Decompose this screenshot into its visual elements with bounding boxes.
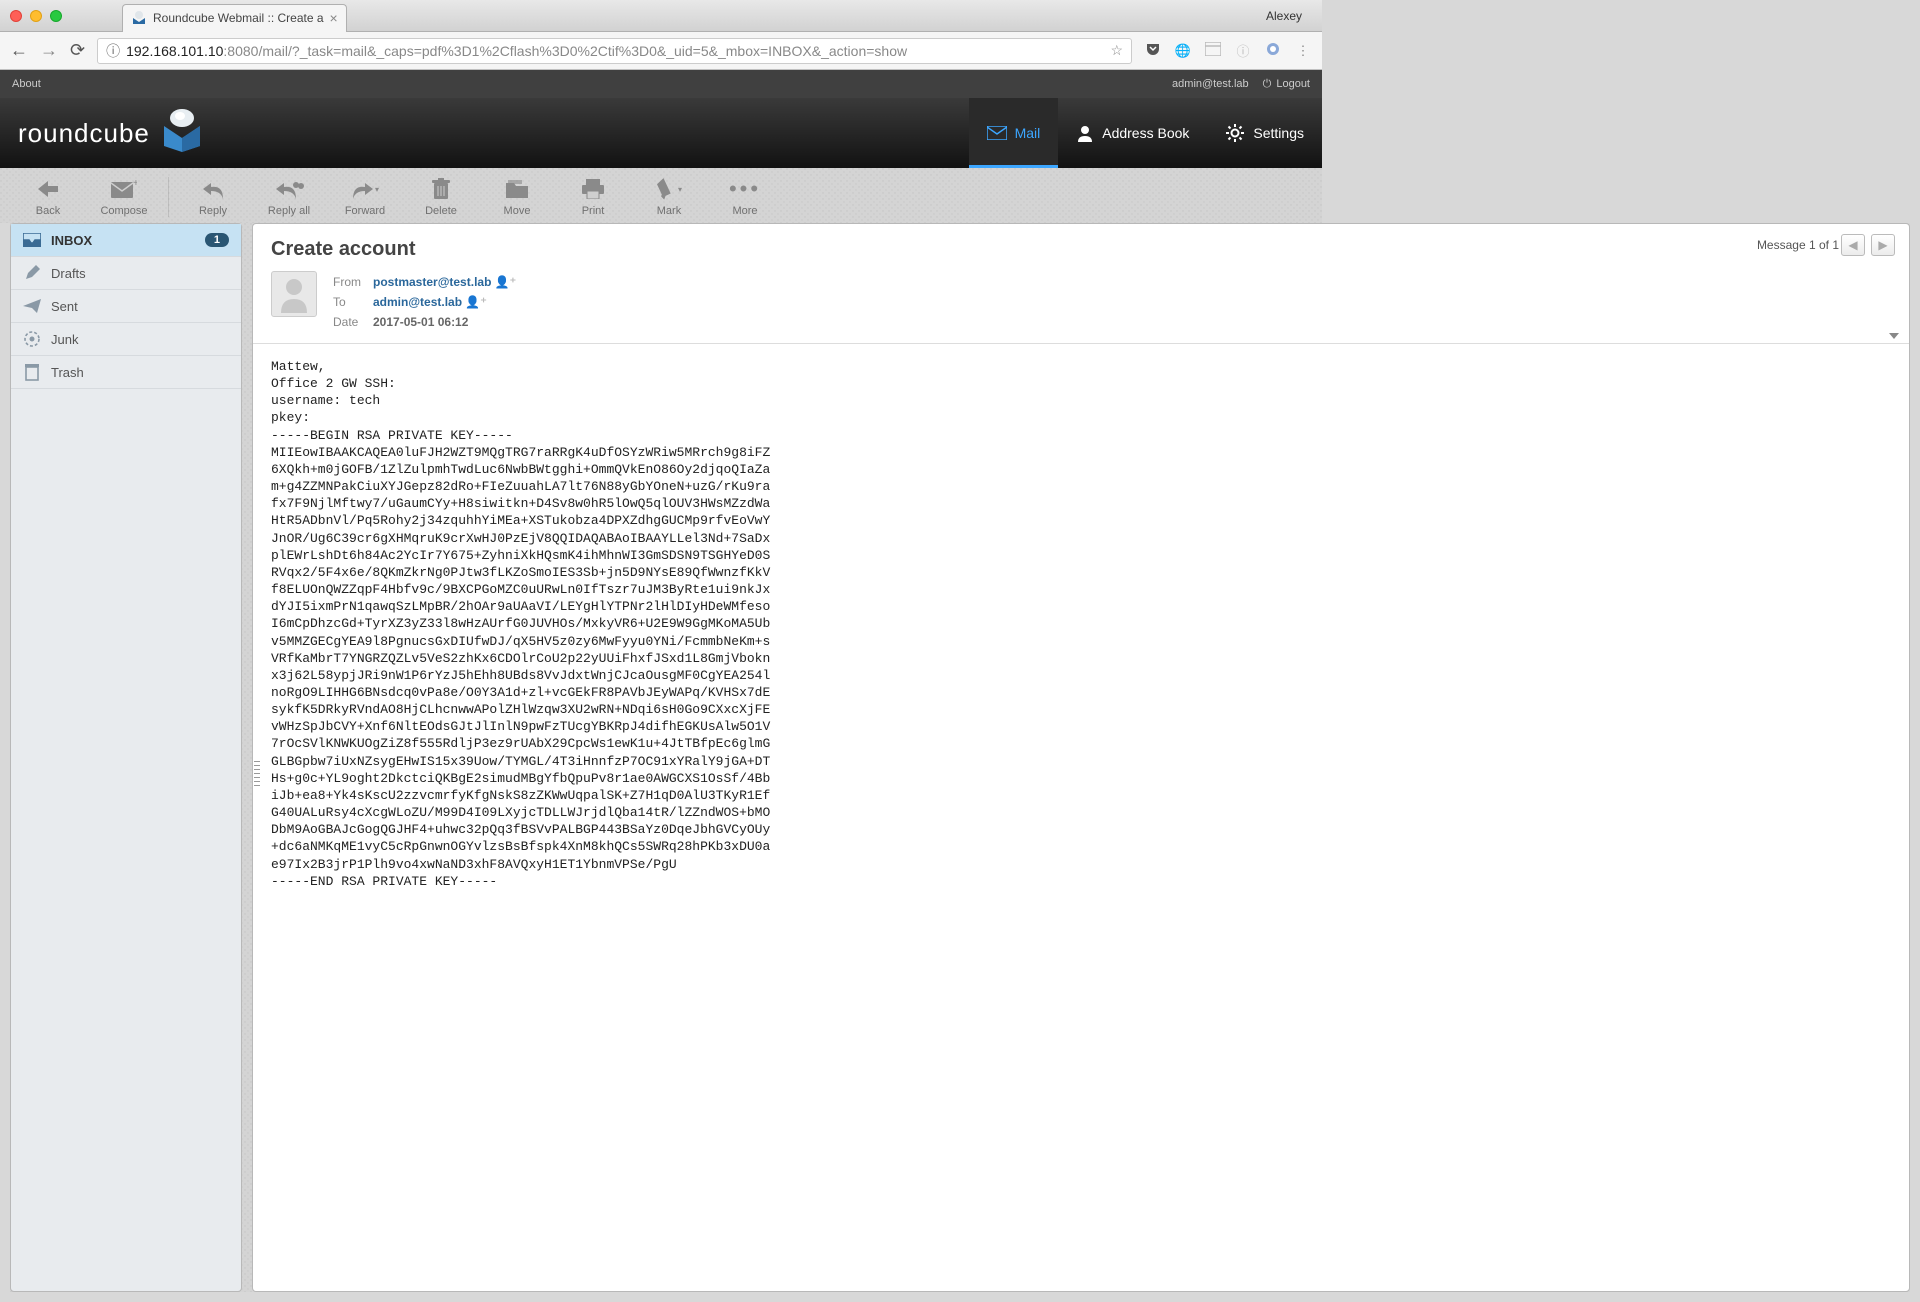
sent-icon — [23, 298, 41, 314]
pane-resize-handle[interactable] — [254, 758, 260, 786]
trash-folder-icon — [23, 364, 41, 380]
message-count-display: Message 1 of 1 — [1757, 238, 1839, 252]
gear-icon — [1225, 123, 1245, 143]
message-subject: Create account — [271, 238, 1891, 261]
logout-link[interactable]: ⏻ Logout — [1263, 78, 1310, 91]
browser-forward-button[interactable]: → — [40, 40, 58, 61]
junk-icon — [23, 331, 41, 347]
bookmark-star-icon[interactable]: ☆ — [1110, 42, 1123, 59]
from-value[interactable]: postmaster@test.lab — [373, 275, 491, 289]
toggle-headers-icon[interactable] — [1889, 333, 1899, 339]
address-bar: ← → ⟳ ⓘ 192.168.101.10:8080/mail/?_task=… — [0, 32, 1322, 70]
chrome-menu-icon[interactable]: ⋮ — [1294, 43, 1312, 59]
folder-list: INBOX 1 Drafts Sent Junk Trash — [10, 223, 242, 1292]
browser-tab-title: Roundcube Webmail :: Create a — [153, 11, 324, 25]
avatar — [271, 271, 317, 317]
site-info-icon[interactable]: ⓘ — [106, 41, 120, 61]
compose-icon: + — [111, 176, 137, 202]
inbox-unread-badge: 1 — [205, 233, 229, 247]
delete-button[interactable]: Delete — [417, 176, 465, 217]
roundcube-favicon-icon — [131, 10, 147, 26]
message-header: Create account Message 1 of 1 ◀ ▶ From p… — [253, 224, 1909, 344]
power-icon: ⏻ — [1263, 78, 1272, 91]
person-icon — [1076, 124, 1094, 142]
compose-button[interactable]: +Compose — [100, 176, 148, 217]
taskbar-addressbook[interactable]: Address Book — [1058, 98, 1207, 168]
inbox-icon — [23, 232, 41, 248]
window-minimize-button[interactable] — [30, 10, 42, 22]
about-link[interactable]: About — [12, 78, 41, 90]
pocket-icon[interactable] — [1144, 41, 1162, 60]
browser-tab[interactable]: Roundcube Webmail :: Create a × — [122, 4, 347, 32]
taskbar-mail[interactable]: Mail — [969, 98, 1059, 168]
about-bar: About admin@test.lab ⏻ Logout — [0, 70, 1322, 98]
mark-button[interactable]: ▾Mark — [645, 176, 693, 217]
svg-text:+: + — [133, 180, 137, 189]
tab-close-icon[interactable]: × — [330, 10, 338, 26]
reply-all-button[interactable]: Reply all — [265, 176, 313, 217]
next-message-button[interactable]: ▶ — [1871, 234, 1895, 256]
folder-sent[interactable]: Sent — [11, 290, 241, 323]
print-button[interactable]: Print — [569, 176, 617, 217]
forward-button[interactable]: ▾Forward — [341, 176, 389, 217]
back-icon — [36, 176, 60, 202]
reply-all-icon — [274, 176, 304, 202]
avatar-placeholder-icon — [277, 275, 311, 313]
add-contact-icon[interactable]: 👤⁺ — [465, 295, 486, 309]
message-body: Mattew, Office 2 GW SSH: username: tech … — [253, 344, 1909, 904]
reply-icon — [201, 176, 225, 202]
folder-junk[interactable]: Junk — [11, 323, 241, 356]
roundcube-logo-icon — [158, 108, 206, 152]
folder-trash[interactable]: Trash — [11, 356, 241, 389]
logged-in-user: admin@test.lab — [1172, 78, 1249, 90]
url-host: 192.168.101.10 — [126, 43, 223, 59]
back-button[interactable]: Back — [24, 176, 72, 217]
message-pane: Create account Message 1 of 1 ◀ ▶ From p… — [252, 223, 1910, 1292]
window-close-button[interactable] — [10, 10, 22, 22]
to-value[interactable]: admin@test.lab — [373, 295, 462, 309]
reply-button[interactable]: Reply — [189, 176, 237, 217]
mail-icon — [987, 126, 1007, 140]
browser-back-button[interactable]: ← — [10, 40, 28, 61]
chrome-profile-name[interactable]: Alexey — [1266, 9, 1312, 23]
info-icon[interactable]: ⓘ — [1234, 41, 1252, 60]
to-label: To — [333, 293, 371, 311]
more-icon: ••• — [729, 176, 761, 202]
folder-inbox[interactable]: INBOX 1 — [11, 224, 241, 257]
firebug-icon[interactable] — [1264, 41, 1282, 60]
app-logo[interactable]: roundcube — [18, 114, 206, 152]
move-icon — [506, 176, 528, 202]
prev-message-button[interactable]: ◀ — [1841, 234, 1865, 256]
pencil-icon — [23, 265, 41, 281]
window-chrome: Roundcube Webmail :: Create a × Alexey — [0, 0, 1322, 32]
app-header: roundcube Mail Address Book Settings — [0, 98, 1322, 168]
folder-drafts[interactable]: Drafts — [11, 257, 241, 290]
forward-icon: ▾ — [351, 176, 379, 202]
panel-icon[interactable] — [1204, 42, 1222, 59]
url-input[interactable]: ⓘ 192.168.101.10:8080/mail/?_task=mail&_… — [97, 38, 1132, 64]
add-contact-icon[interactable]: 👤⁺ — [495, 275, 516, 289]
url-path: :8080/mail/?_task=mail&_caps=pdf%3D1%2Cf… — [223, 43, 907, 59]
mark-icon: ▾ — [656, 176, 682, 202]
print-icon — [582, 176, 604, 202]
globe-icon[interactable]: 🌐 — [1174, 43, 1192, 59]
browser-reload-button[interactable]: ⟳ — [70, 40, 85, 61]
trash-icon — [432, 176, 450, 202]
more-button[interactable]: •••More — [721, 176, 769, 217]
mail-toolbar: Back +Compose Reply Reply all ▾Forward D… — [0, 168, 1322, 223]
date-label: Date — [333, 313, 371, 331]
taskbar-settings[interactable]: Settings — [1207, 98, 1322, 168]
date-value: 2017-05-01 06:12 — [373, 313, 526, 331]
move-button[interactable]: Move — [493, 176, 541, 217]
window-maximize-button[interactable] — [50, 10, 62, 22]
from-label: From — [333, 273, 371, 291]
